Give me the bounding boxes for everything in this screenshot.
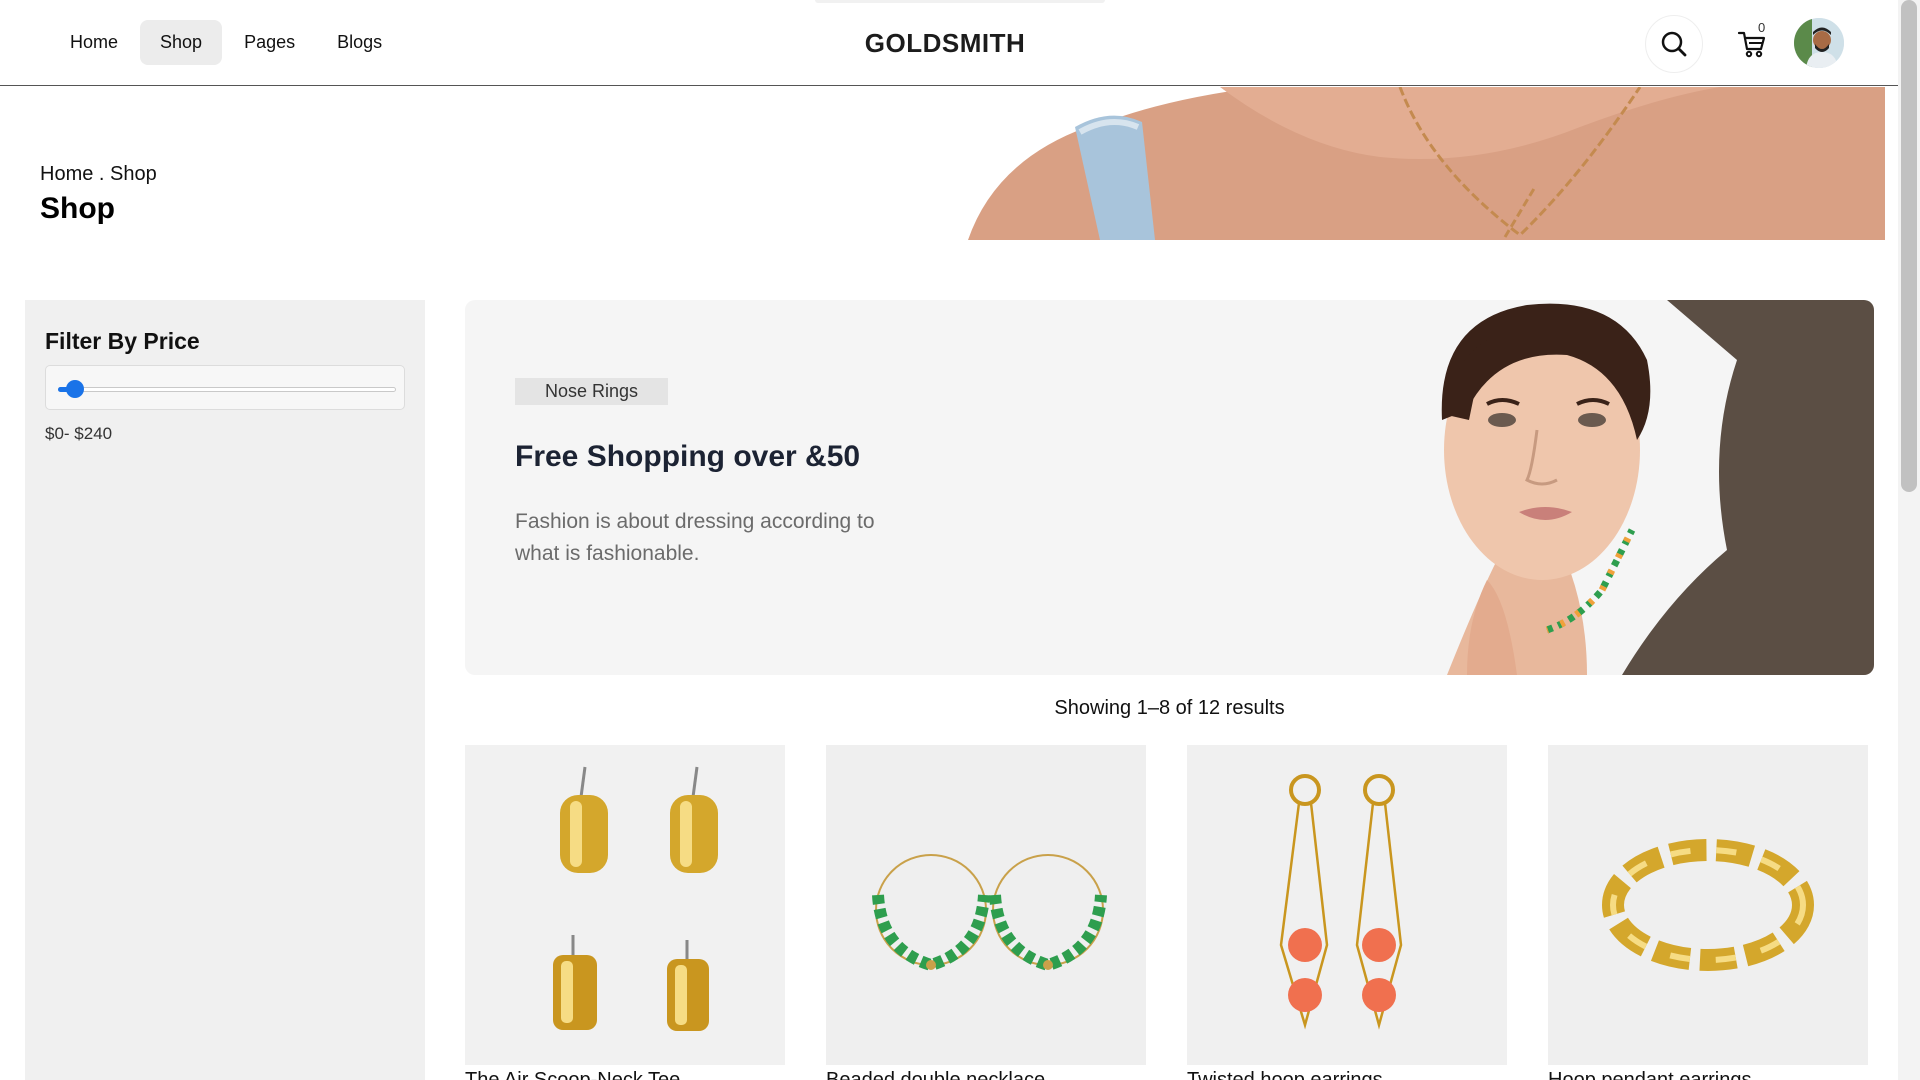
product-name[interactable]: The Air Scoop-Neck Tee xyxy=(465,1069,785,1080)
product-card[interactable]: Beaded double necklace xyxy=(826,745,1146,1080)
page-scrollbar[interactable] xyxy=(1898,0,1920,1080)
banner-model-image xyxy=(1407,300,1874,675)
product-image[interactable] xyxy=(1187,745,1507,1065)
banner-title: Free Shopping over &50 xyxy=(515,440,861,473)
page-title: Shop xyxy=(40,192,115,225)
hero-necklace-image xyxy=(960,87,1898,240)
product-name[interactable]: Beaded double necklace xyxy=(826,1069,1146,1080)
product-card[interactable]: Hoop pendant earrings xyxy=(1548,745,1868,1080)
results-count: Showing 1–8 of 12 results xyxy=(1054,697,1285,719)
site-header: Home Shop Pages Blogs GOLDSMITH 0 xyxy=(0,0,1898,86)
filter-title: Filter By Price xyxy=(45,328,200,354)
banner-tag[interactable]: Nose Rings xyxy=(515,378,669,405)
product-card[interactable]: The Air Scoop-Neck Tee xyxy=(465,745,785,1080)
cart-count-badge: 0 xyxy=(1758,20,1766,35)
product-name[interactable]: Twisted hoop earrings xyxy=(1187,1069,1507,1080)
header-decor-line xyxy=(815,0,1105,3)
product-name[interactable]: Hoop pendant earrings xyxy=(1548,1069,1868,1080)
product-image[interactable] xyxy=(826,745,1146,1065)
scrollbar-thumb[interactable] xyxy=(1901,0,1917,492)
product-grid: The Air Scoop-Neck Tee Beaded double nec… xyxy=(465,745,1868,1080)
product-image[interactable] xyxy=(465,745,785,1065)
cart-button[interactable] xyxy=(1730,22,1774,66)
slider-thumb[interactable] xyxy=(66,380,84,398)
user-avatar[interactable] xyxy=(1794,18,1844,68)
search-button[interactable] xyxy=(1645,15,1703,73)
search-icon xyxy=(1661,31,1687,57)
promo-banner: Nose Rings Free Shopping over &50 Fashio… xyxy=(465,300,1874,675)
breadcrumb: Home . Shop xyxy=(40,163,157,185)
brand-logo[interactable]: GOLDSMITH xyxy=(0,28,1890,59)
sidebar-filter: Filter By Price $0- $240 xyxy=(25,300,425,1080)
slider-track xyxy=(58,387,396,392)
product-image[interactable] xyxy=(1548,745,1868,1065)
price-slider[interactable] xyxy=(45,365,405,410)
price-range-label: $0- $240 xyxy=(45,424,113,443)
product-card[interactable]: Twisted hoop earrings xyxy=(1187,745,1507,1080)
page-hero xyxy=(0,87,1898,240)
banner-description: Fashion is about dressing according to w… xyxy=(515,510,875,565)
